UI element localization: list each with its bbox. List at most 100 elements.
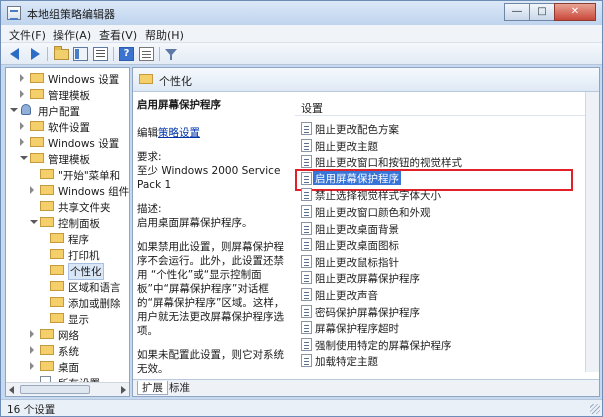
close-button[interactable]: ✕ [554, 3, 596, 21]
settings-column-header[interactable]: 设置 [295, 98, 595, 116]
setting-row[interactable]: 密码保护屏幕保护程序 [295, 303, 595, 320]
tab-standard[interactable]: 标准 [165, 381, 194, 395]
tree-item-label: 区域和语言 [68, 282, 121, 294]
help-icon[interactable]: ? [119, 47, 134, 61]
setting-row[interactable]: 启用屏幕保护程序 [295, 168, 595, 191]
expand-arrow-icon[interactable] [20, 122, 24, 130]
policy-title: 启用屏幕保护程序 [137, 99, 221, 111]
expand-arrow-icon[interactable] [20, 90, 24, 98]
status-text: 16 个设置 [7, 404, 56, 416]
resize-grip[interactable] [590, 404, 600, 414]
folder-icon [40, 345, 54, 355]
menu-action[interactable]: 操作(A) [53, 27, 91, 43]
tree-item-label: 软件设置 [48, 122, 90, 134]
filter-icon[interactable] [164, 47, 179, 61]
expand-arrow-icon[interactable] [30, 186, 34, 194]
expand-arrow-icon[interactable] [30, 346, 34, 354]
maximize-button[interactable]: □ [529, 3, 555, 21]
setting-label: 阻止更改声音 [315, 289, 378, 302]
setting-row[interactable]: 强制使用特定的屏幕保护程序 [295, 336, 595, 353]
tree-item-label: 程序 [68, 234, 89, 246]
menu-view[interactable]: 查看(V) [99, 27, 137, 43]
policy-setting-icon [301, 287, 312, 301]
title-bar[interactable]: 本地组策略编辑器 ― □ ✕ [1, 1, 602, 25]
tree-item[interactable]: Windows 组件 [30, 182, 129, 198]
setting-label: 屏幕保护程序超时 [315, 323, 399, 336]
tree-item[interactable]: Windows 设置 [20, 134, 129, 150]
tree-item[interactable]: 共享文件夹 [30, 198, 129, 214]
show-hide-tree-icon[interactable] [73, 47, 88, 61]
tree-item[interactable]: 桌面 [30, 358, 129, 374]
expand-arrow-icon[interactable] [30, 362, 34, 370]
status-bar: 16 个设置 [1, 399, 602, 416]
scroll-right-icon[interactable] [121, 386, 126, 394]
tree-item[interactable]: Windows 设置 [20, 70, 129, 86]
tree-item[interactable]: 显示 [40, 310, 129, 326]
tree-item-label: 用户配置 [38, 106, 80, 118]
setting-label: 阻止更改鼠标指针 [315, 256, 399, 269]
folder-icon [40, 361, 54, 371]
folder-icon [30, 73, 44, 83]
tree-horizontal-scrollbar[interactable] [6, 382, 129, 396]
up-folder-icon[interactable] [54, 46, 69, 60]
tree-pane[interactable]: Windows 设置 管理模板 用户配置 软件设置 Windows 设置 管理模板 "开始"… [5, 67, 130, 397]
edit-policy-link[interactable]: 策略设置 [158, 127, 200, 139]
setting-row[interactable]: 禁止选择视觉样式字体大小 [295, 186, 595, 203]
tree-item[interactable]: 控制面板 [30, 214, 129, 230]
setting-row[interactable]: 阻止更改屏幕保护程序 [295, 269, 595, 286]
window-title: 本地组策略编辑器 [27, 8, 115, 21]
setting-row[interactable]: 阻止更改声音 [295, 286, 595, 303]
tree-item[interactable]: 系统 [30, 342, 129, 358]
expand-arrow-icon[interactable] [20, 138, 24, 146]
expand-arrow-icon[interactable] [20, 74, 24, 82]
collapse-arrow-icon[interactable] [20, 156, 28, 160]
setting-row[interactable]: 屏幕保护程序超时 [295, 319, 595, 336]
tree-item[interactable]: 软件设置 [20, 118, 129, 134]
tree-item[interactable]: 打印机 [40, 246, 129, 262]
menu-help[interactable]: 帮助(H) [145, 27, 184, 43]
scroll-thumb[interactable] [20, 385, 90, 394]
setting-label: 阻止更改屏幕保护程序 [315, 273, 420, 286]
description-text: 启用桌面屏幕保护程序。 [137, 217, 253, 229]
properties-icon[interactable] [139, 47, 154, 61]
menu-file[interactable]: 文件(F) [9, 27, 46, 43]
tree-item[interactable]: 网络 [30, 326, 129, 342]
tree-item[interactable]: 管理模板 [20, 86, 129, 102]
user-icon [21, 104, 31, 115]
folder-icon [30, 137, 44, 147]
tree-item[interactable]: 管理模板 [20, 150, 129, 166]
setting-row[interactable]: 阻止更改窗口和按钮的视觉样式 [295, 153, 595, 170]
setting-row[interactable]: 加载特定主题 [295, 352, 595, 369]
setting-row[interactable]: 阻止更改配色方案 [295, 120, 595, 137]
policy-setting-icon [301, 171, 312, 185]
setting-row[interactable]: 阻止更改桌面图标 [295, 236, 595, 253]
setting-row[interactable]: 阻止更改主题 [295, 137, 595, 154]
collapse-arrow-icon[interactable] [10, 108, 18, 112]
tree-item[interactable]: 个性化 [40, 262, 129, 280]
tree-item[interactable]: 区域和语言 [40, 278, 129, 294]
setting-label: 阻止更改配色方案 [315, 124, 399, 136]
scroll-left-icon[interactable] [9, 386, 14, 394]
back-icon[interactable] [9, 47, 24, 61]
forward-icon[interactable] [27, 47, 42, 61]
export-list-icon[interactable] [93, 47, 108, 61]
toolbar-separator [47, 47, 48, 61]
collapse-arrow-icon[interactable] [30, 220, 38, 224]
tree-item[interactable]: 程序 [40, 230, 129, 246]
folder-icon [40, 201, 54, 211]
setting-label: 密码保护屏幕保护程序 [315, 306, 420, 319]
expand-arrow-icon[interactable] [30, 330, 34, 338]
setting-row[interactable]: 阻止更改窗口颜色和外观 [295, 203, 595, 220]
tree-item-label: 管理模板 [48, 154, 90, 166]
tree-item-label: 网络 [58, 330, 79, 342]
tab-extended[interactable]: 扩展 [137, 381, 168, 395]
tree-item[interactable]: 添加或删除 [40, 294, 129, 310]
setting-row[interactable]: 阻止更改桌面背景 [295, 220, 595, 237]
tree-item-label: 添加或删除 [68, 298, 121, 310]
tree-item[interactable]: "开始"菜单和 [30, 166, 129, 182]
settings-vertical-scrollbar[interactable] [585, 92, 599, 372]
setting-row[interactable]: 阻止更改鼠标指针 [295, 253, 595, 270]
tree-item[interactable]: 用户配置 [10, 102, 129, 118]
minimize-button[interactable]: ― [504, 3, 530, 21]
folder-icon [50, 281, 64, 291]
